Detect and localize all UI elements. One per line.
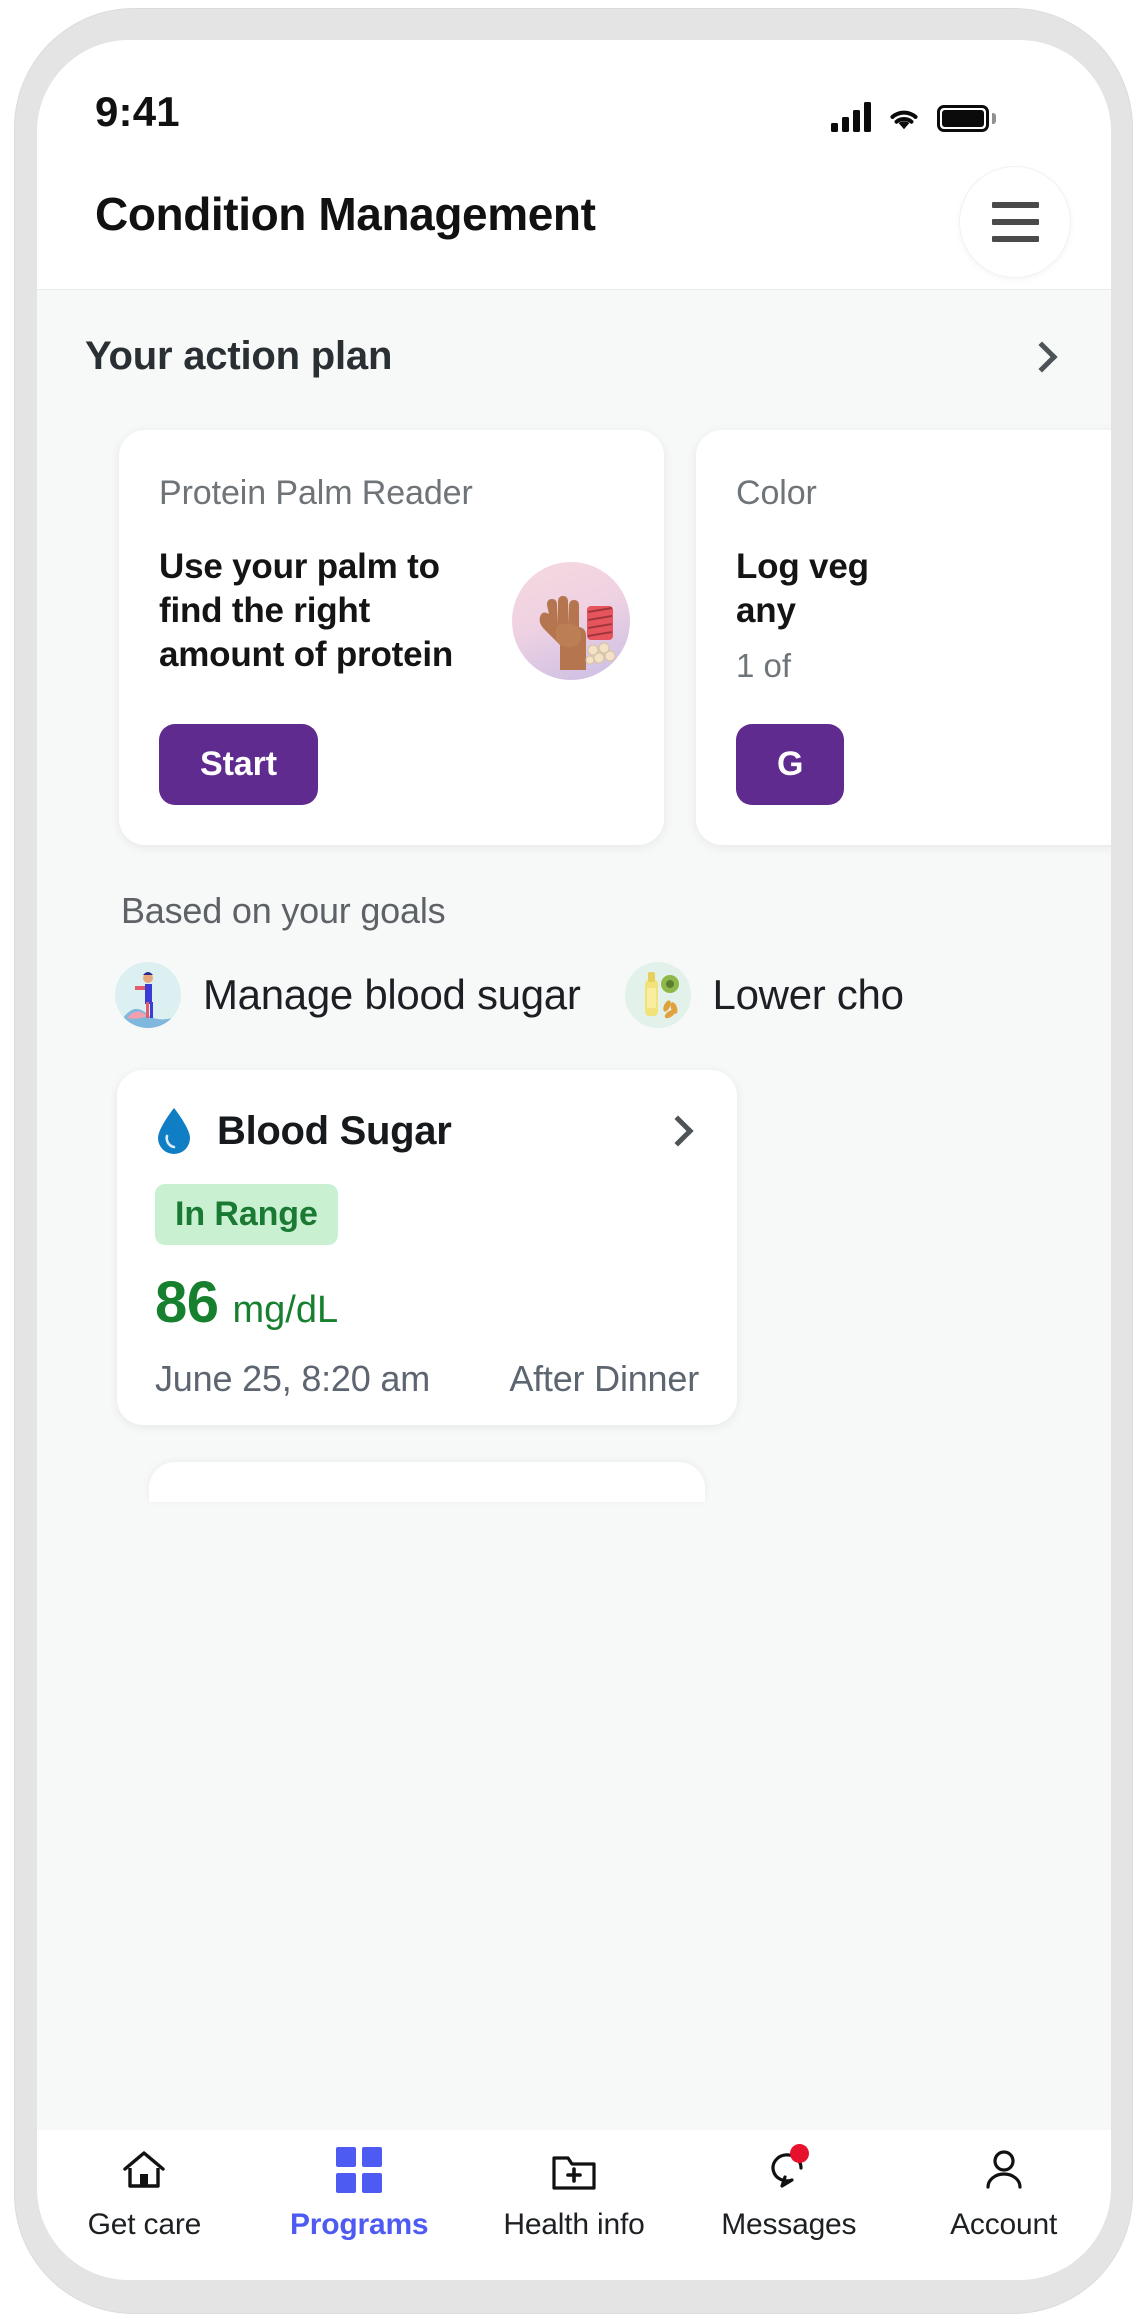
card-headline: Use your palm to find the right amount o… [159,545,489,677]
card-progress: 1 of [736,647,1111,685]
page-title: Condition Management [95,187,596,241]
action-plan-card[interactable]: Color Log veg any 1 of G [696,430,1111,845]
metric-timestamp: June 25, 8:20 am [155,1358,430,1400]
goals-label: Based on your goals [121,890,445,932]
next-card-peek[interactable] [149,1462,705,1502]
metric-meta: June 25, 8:20 am After Dinner [155,1358,699,1400]
olive-oil-icon [625,962,691,1028]
palm-protein-illustration [512,562,630,680]
phone-screen: 9:41 Condition Management [37,40,1111,2280]
chat-bubble-icon [765,2144,813,2196]
nav-label: Account [950,2208,1057,2242]
metric-value: 86 [155,1269,219,1336]
card-eyebrow: Color [736,474,1111,513]
action-plan-carousel[interactable]: Protein Palm Reader Use your palm to fin… [37,430,1111,855]
grid-icon [336,2147,382,2193]
chevron-right-icon[interactable] [1026,341,1057,372]
metric-context: After Dinner [509,1358,699,1400]
metric-title: Blood Sugar [217,1109,451,1154]
screenshot-root: 9:41 Condition Management [0,0,1147,2322]
start-button[interactable]: Start [159,724,318,805]
action-plan-title: Your action plan [85,334,392,379]
nav-item-health-info[interactable]: Health info [474,2144,674,2242]
status-time: 9:41 [95,88,180,136]
goal-label: Manage blood sugar [203,971,581,1019]
goal-label: Lower cho [713,971,904,1019]
nav-item-get-care[interactable]: Get care [44,2144,244,2242]
action-plan-header[interactable]: Your action plan [37,334,1111,379]
blood-drop-icon [155,1106,193,1156]
goal-chip-blood-sugar[interactable]: Manage blood sugar [115,962,581,1028]
battery-icon [937,105,996,132]
status-icons [831,92,996,132]
notification-badge-dot [790,2144,809,2163]
wifi-icon [885,104,923,132]
metric-unit: mg/dL [233,1289,339,1332]
blood-sugar-card[interactable]: Blood Sugar In Range 86 mg/dL June 25, 8… [117,1070,737,1425]
main-content: Your action plan Protein Palm Reader Use… [37,290,1111,2130]
home-icon [119,2144,169,2196]
metric-card-header: Blood Sugar [155,1106,699,1156]
goal-chip-cholesterol[interactable]: Lower cho [625,962,904,1028]
action-plan-card[interactable]: Protein Palm Reader Use your palm to fin… [119,430,664,845]
exercise-person-icon [115,962,181,1028]
folder-plus-icon [550,2144,598,2196]
nav-label: Programs [290,2208,428,2242]
nav-label: Get care [88,2208,201,2242]
status-bar: 9:41 [37,40,1111,155]
card-headline: Log veg any [736,545,886,633]
metric-reading: 86 mg/dL [155,1269,699,1336]
nav-item-messages[interactable]: Messages [689,2144,889,2242]
nav-label: Messages [721,2208,856,2242]
go-button[interactable]: G [736,724,844,805]
chevron-right-icon[interactable] [662,1115,693,1146]
nav-item-programs[interactable]: Programs [259,2144,459,2242]
goals-list: Manage blood sugar [115,962,1111,1028]
app-header: Condition Management [37,155,1111,290]
hamburger-menu-icon[interactable] [960,167,1070,277]
person-icon [981,2144,1027,2196]
nav-item-account[interactable]: Account [904,2144,1104,2242]
card-eyebrow: Protein Palm Reader [159,474,624,513]
status-badge: In Range [155,1184,338,1245]
bottom-navigation: Get care Programs Health info [37,2130,1111,2280]
nav-label: Health info [503,2208,644,2242]
signal-bars-icon [831,102,871,132]
